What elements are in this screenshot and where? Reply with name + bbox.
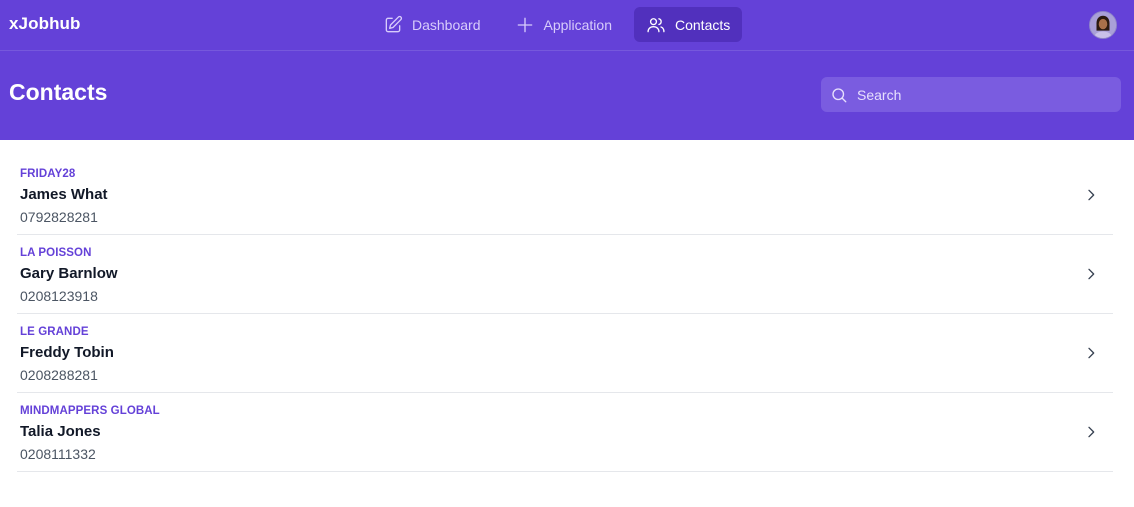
nav-item-label: Dashboard bbox=[412, 16, 481, 33]
pencil-square-icon bbox=[385, 15, 403, 32]
contact-phone: 0792828281 bbox=[20, 209, 98, 225]
users-icon bbox=[647, 17, 665, 32]
nav-item-application[interactable]: Application bbox=[503, 7, 625, 42]
app-header: xJobhub Dashboard Application Contacts C… bbox=[0, 0, 1134, 140]
page-title: Contacts bbox=[9, 79, 108, 105]
plus-icon bbox=[517, 17, 532, 32]
contact-phone: 0208288281 bbox=[20, 367, 98, 383]
contact-phone: 0208111332 bbox=[20, 446, 96, 462]
app-logo[interactable]: xJobhub bbox=[9, 14, 81, 34]
contact-company: FRIDAY28 bbox=[20, 168, 76, 180]
main-nav: Dashboard Application Contacts bbox=[371, 7, 743, 42]
contact-name: Gary Barnlow bbox=[20, 265, 118, 282]
top-navbar: xJobhub Dashboard Application Contacts bbox=[0, 0, 1134, 50]
search-box[interactable] bbox=[821, 77, 1121, 112]
nav-item-contacts[interactable]: Contacts bbox=[634, 7, 743, 42]
contact-row[interactable]: FRIDAY28 James What 0792828281 bbox=[17, 156, 1113, 235]
search-icon bbox=[832, 87, 847, 102]
contact-company: LE GRANDE bbox=[20, 326, 89, 338]
contact-company: LA POISSON bbox=[20, 247, 92, 259]
contact-phone: 0208123918 bbox=[20, 288, 98, 304]
contact-row[interactable]: LA POISSON Gary Barnlow 0208123918 bbox=[17, 235, 1113, 314]
contact-name: Freddy Tobin bbox=[20, 344, 114, 361]
avatar-image bbox=[1090, 12, 1116, 38]
contact-name: Talia Jones bbox=[20, 423, 101, 440]
nav-item-label: Application bbox=[543, 16, 613, 33]
search-input[interactable] bbox=[857, 86, 1097, 103]
contact-row[interactable]: MINDMAPPERS GLOBAL Talia Jones 020811133… bbox=[17, 393, 1113, 472]
nav-item-label: Contacts bbox=[675, 16, 731, 33]
chevron-right-icon bbox=[1088, 347, 1095, 359]
chevron-right-icon bbox=[1088, 268, 1095, 280]
contacts-list: FRIDAY28 James What 0792828281 LA POISSO… bbox=[17, 156, 1113, 472]
nav-item-dashboard[interactable]: Dashboard bbox=[371, 7, 493, 42]
header-divider bbox=[0, 50, 1134, 51]
contact-name: James What bbox=[20, 186, 108, 203]
chevron-right-icon bbox=[1088, 426, 1095, 438]
chevron-right-icon bbox=[1088, 189, 1095, 201]
contact-row[interactable]: LE GRANDE Freddy Tobin 0208288281 bbox=[17, 314, 1113, 393]
user-avatar[interactable] bbox=[1089, 11, 1117, 39]
contact-company: MINDMAPPERS GLOBAL bbox=[20, 405, 160, 417]
